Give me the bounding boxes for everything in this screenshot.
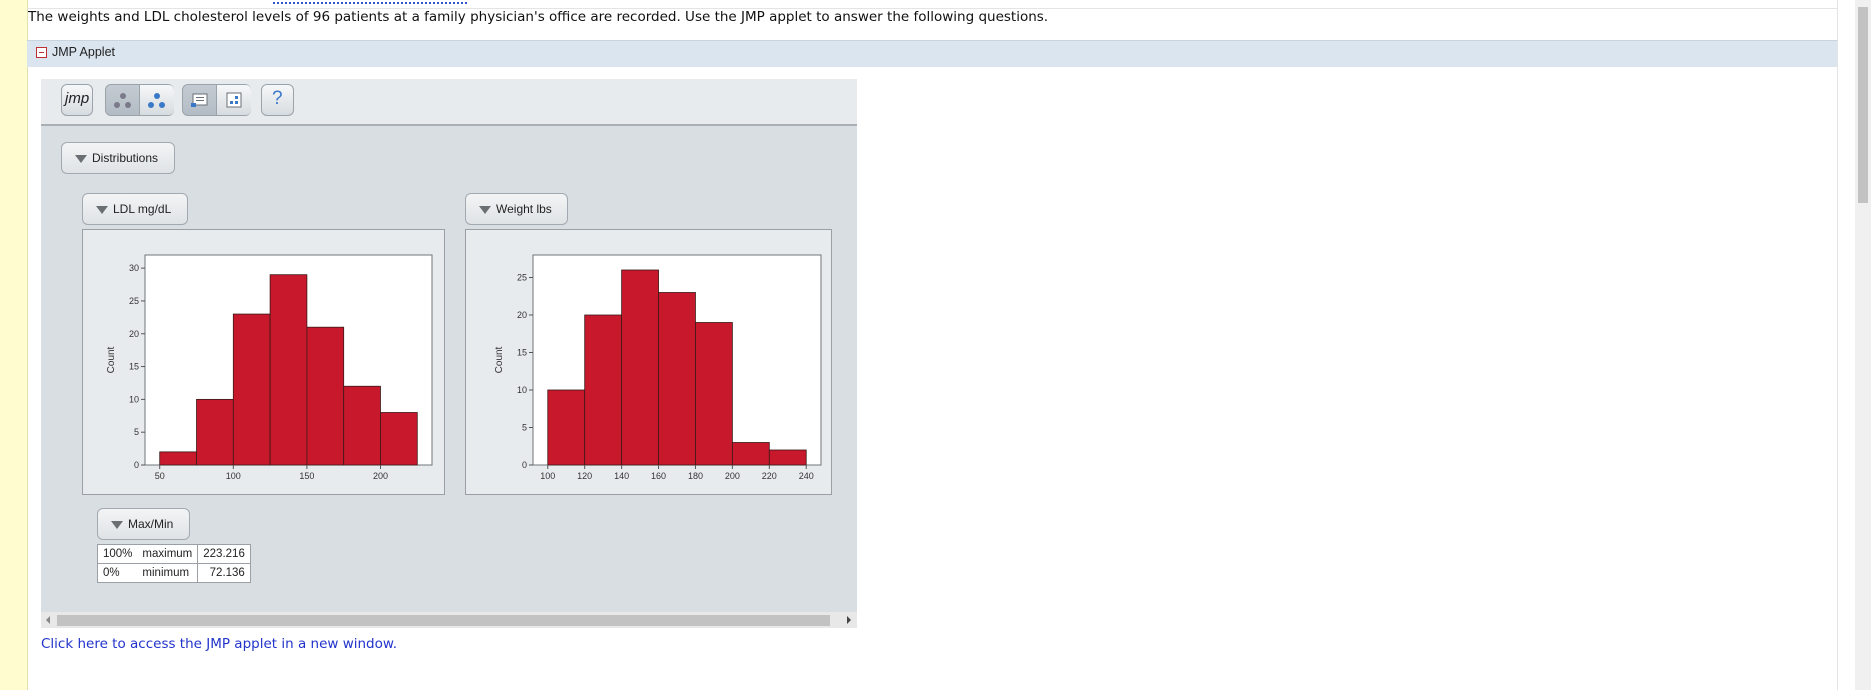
x-tick-label: 50 bbox=[155, 471, 165, 481]
histogram-bar bbox=[621, 269, 659, 466]
report-view-button[interactable] bbox=[183, 85, 216, 115]
question-intro: The weights and LDL cholesterol levels o… bbox=[28, 9, 1049, 25]
graph-view-button[interactable] bbox=[217, 85, 251, 115]
jmp-applet: jmp ? Distributions LDL mg/dL Weight lbs… bbox=[41, 79, 857, 628]
view-mode-group bbox=[182, 84, 251, 116]
x-tick-label: 150 bbox=[299, 471, 314, 481]
table-row: 100% maximum 223.216 bbox=[97, 544, 251, 564]
y-tick-label: 25 bbox=[129, 296, 139, 306]
chevron-down-icon bbox=[111, 521, 123, 529]
x-tick-label: 240 bbox=[799, 471, 814, 481]
y-tick-label: 20 bbox=[129, 329, 139, 339]
y-tick-label: 10 bbox=[129, 394, 139, 404]
scroll-right-icon[interactable] bbox=[847, 616, 851, 624]
scrollbar-thumb[interactable] bbox=[57, 615, 830, 626]
weight-toggle[interactable]: Weight lbs bbox=[465, 193, 568, 225]
graph-icon bbox=[226, 92, 242, 108]
y-tick-label: 25 bbox=[517, 273, 527, 283]
maxmin-table: 100% maximum 223.216 0% minimum 72.136 bbox=[97, 544, 251, 583]
quantile-label: minimum bbox=[137, 563, 198, 583]
histogram-bar bbox=[695, 322, 733, 466]
applet-toolbar: jmp ? bbox=[41, 79, 857, 126]
ldl-header-label: LDL mg/dL bbox=[113, 202, 172, 216]
x-tick-label: 200 bbox=[725, 471, 740, 481]
chevron-down-icon bbox=[75, 155, 87, 163]
y-tick-label: 10 bbox=[517, 385, 527, 395]
vertical-scrollbar[interactable] bbox=[1855, 0, 1871, 690]
quantile-pct: 0% bbox=[97, 563, 138, 583]
y-tick-label: 5 bbox=[522, 423, 527, 433]
report-icon bbox=[191, 93, 208, 107]
applet-section-title: JMP Applet bbox=[52, 45, 116, 59]
scrollbar-thumb[interactable] bbox=[1858, 7, 1868, 203]
ldl-histogram-panel: 0 5 10 15 20 25 30 50 100 150 200 Count bbox=[82, 229, 445, 495]
divider bbox=[1837, 0, 1838, 690]
y-tick-label: 15 bbox=[517, 348, 527, 358]
histogram-bar bbox=[196, 398, 234, 466]
jmp-logo-button[interactable]: jmp bbox=[61, 84, 93, 116]
chevron-down-icon bbox=[479, 206, 491, 214]
focus-outline bbox=[273, 0, 467, 4]
maxmin-toggle[interactable]: Max/Min bbox=[97, 508, 190, 540]
x-tick-label: 200 bbox=[373, 471, 388, 481]
point-mode-group bbox=[105, 84, 174, 116]
y-tick-label: 20 bbox=[517, 310, 527, 320]
histogram-bar bbox=[232, 313, 271, 466]
y-tick-label: 15 bbox=[129, 362, 139, 372]
distributions-toggle[interactable]: Distributions bbox=[61, 142, 175, 174]
weight-histogram: 0 5 10 15 20 25 100 120 140 160 180 200 220 240 Count bbox=[494, 254, 822, 481]
y-tick-label: 0 bbox=[522, 460, 527, 470]
ldl-histogram: 0 5 10 15 20 25 30 50 100 150 200 Count bbox=[106, 254, 433, 481]
x-tick-label: 100 bbox=[226, 471, 241, 481]
histogram-bar bbox=[380, 412, 418, 466]
horizontal-scrollbar[interactable] bbox=[41, 612, 857, 628]
help-button[interactable]: ? bbox=[261, 84, 294, 116]
jmp-logo-icon: jmp bbox=[65, 90, 90, 107]
chevron-down-icon bbox=[96, 206, 108, 214]
color-points-button[interactable] bbox=[140, 85, 174, 115]
x-tick-label: 120 bbox=[577, 471, 592, 481]
quantile-value: 223.216 bbox=[197, 544, 251, 564]
collapse-icon[interactable] bbox=[36, 47, 47, 58]
y-tick-label: 5 bbox=[134, 427, 139, 437]
ldl-toggle[interactable]: LDL mg/dL bbox=[82, 193, 188, 225]
applet-section-header[interactable] bbox=[27, 40, 1837, 67]
weight-header-label: Weight lbs bbox=[496, 202, 552, 216]
histogram-bar bbox=[731, 442, 770, 466]
histogram-bar bbox=[343, 385, 381, 466]
y-axis-label: Count bbox=[106, 346, 117, 373]
x-tick-label: 220 bbox=[762, 471, 777, 481]
histogram-bar bbox=[768, 449, 807, 466]
y-tick-label: 0 bbox=[134, 460, 139, 470]
quantile-pct: 100% bbox=[97, 544, 138, 564]
histogram-bar bbox=[658, 292, 696, 466]
x-tick-label: 140 bbox=[614, 471, 629, 481]
open-applet-link[interactable]: Click here to access the JMP applet in a… bbox=[41, 636, 397, 652]
histogram-bar bbox=[584, 314, 623, 466]
table-row: 0% minimum 72.136 bbox=[97, 563, 251, 583]
weight-histogram-panel: 0 5 10 15 20 25 100 120 140 160 180 200 220 240 Count bbox=[465, 229, 832, 495]
help-icon: ? bbox=[272, 88, 283, 109]
x-tick-label: 100 bbox=[540, 471, 555, 481]
histogram-bar bbox=[547, 389, 586, 466]
scroll-left-icon[interactable] bbox=[46, 616, 50, 624]
distributions-label: Distributions bbox=[92, 151, 159, 165]
y-tick-label: 30 bbox=[129, 263, 139, 273]
histogram-bar bbox=[306, 326, 345, 466]
quantile-value: 72.136 bbox=[197, 563, 251, 583]
left-margin-strip bbox=[0, 0, 28, 690]
histogram-bar bbox=[159, 451, 197, 466]
maxmin-header-label: Max/Min bbox=[128, 517, 174, 531]
select-points-button[interactable] bbox=[106, 85, 139, 115]
x-tick-label: 160 bbox=[651, 471, 666, 481]
y-axis-label: Count bbox=[494, 346, 505, 373]
histogram-bar bbox=[269, 274, 308, 466]
quantile-label: maximum bbox=[137, 544, 198, 564]
x-tick-label: 180 bbox=[688, 471, 703, 481]
